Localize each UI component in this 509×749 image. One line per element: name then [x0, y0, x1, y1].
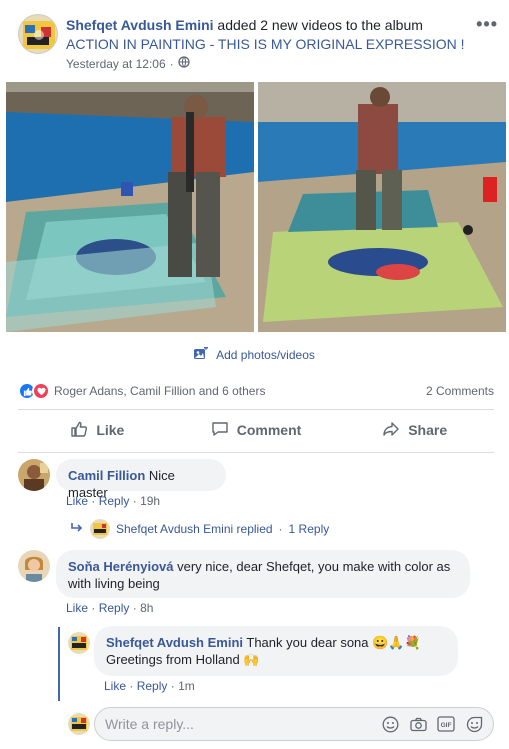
- globe-icon[interactable]: [177, 56, 190, 71]
- view-replies-link[interactable]: Shefqet Avdush Emini replied · 1 Reply: [70, 519, 329, 539]
- author-name-link[interactable]: Shefqet Avdush Emini: [66, 17, 214, 33]
- more-options-button[interactable]: •••: [476, 14, 498, 35]
- post-action-bar: Like Comment Share: [18, 412, 494, 448]
- speech-bubble-icon: [211, 420, 229, 441]
- reply-author-avatar[interactable]: [68, 632, 90, 654]
- comment-bubble: Soňa Herényiová very nice, dear Shefqet,…: [56, 550, 470, 598]
- add-photos-label: Add photos/videos: [216, 348, 315, 362]
- comment-time[interactable]: 8h: [140, 601, 153, 615]
- comments-count-link[interactable]: 2 Comments: [426, 384, 494, 398]
- thumbs-up-icon: [70, 420, 88, 441]
- reactions-summary: Roger Adans, Camil Fillion and 6 others …: [18, 380, 494, 402]
- reply-time[interactable]: 1m: [178, 679, 195, 693]
- video-thumbnail-2[interactable]: [258, 82, 506, 332]
- comment-like-link[interactable]: Like: [66, 494, 88, 508]
- reply-count: 1 Reply: [288, 522, 330, 536]
- current-user-avatar: [68, 713, 90, 735]
- reply-reply-link[interactable]: Reply: [137, 679, 168, 693]
- post-timestamp[interactable]: Yesterday at 12:06: [66, 57, 166, 71]
- comment-author-link[interactable]: Camil Fillion: [68, 468, 145, 483]
- like-button[interactable]: Like: [18, 412, 177, 448]
- reply-arrow-icon: [70, 522, 84, 537]
- divider: [18, 452, 494, 453]
- reply-actions: Like · Reply · 1m: [104, 679, 195, 693]
- share-button[interactable]: Share: [335, 412, 494, 448]
- comment-author-link[interactable]: Soňa Herényiová: [68, 559, 174, 574]
- comment-actions: Like · Reply · 8h: [66, 601, 154, 615]
- comment-label: Comment: [236, 422, 302, 438]
- comment-reply-link[interactable]: Reply: [99, 494, 130, 508]
- replied-by-text: Shefqet Avdush Emini replied: [116, 522, 273, 536]
- camera-icon[interactable]: [409, 715, 427, 733]
- gif-icon[interactable]: GIF: [437, 715, 455, 733]
- commenter-avatar[interactable]: [18, 550, 50, 582]
- love-reaction-icon: [32, 382, 50, 400]
- reply-author-link[interactable]: Shefqet Avdush Emini: [106, 635, 243, 650]
- post-photos: [6, 82, 506, 332]
- comment-reply-link[interactable]: Reply: [99, 601, 130, 615]
- post-headline: Shefqet Avdush Emini added 2 new videos …: [66, 16, 476, 54]
- post-card: Shefqet Avdush Emini added 2 new videos …: [0, 0, 509, 749]
- sticker-icon[interactable]: [465, 715, 483, 733]
- replier-avatar: [90, 519, 110, 539]
- comment-time[interactable]: 19h: [140, 494, 160, 508]
- video-thumbnail-1[interactable]: [6, 82, 254, 332]
- svg-text:GIF: GIF: [441, 722, 452, 729]
- share-arrow-icon: [382, 420, 400, 441]
- reply-input[interactable]: [105, 716, 381, 732]
- comment-like-link[interactable]: Like: [66, 601, 88, 615]
- comment-bubble: Camil Fillion Nice master: [56, 459, 226, 500]
- reply-thread-line: [58, 627, 60, 701]
- like-label: Like: [96, 422, 125, 438]
- post-action-text: added 2 new videos to the album: [213, 17, 423, 33]
- composer-icons: GIF: [381, 715, 483, 733]
- album-link[interactable]: ACTION IN PAINTING - THIS IS MY ORIGINAL…: [66, 36, 465, 52]
- reaction-icons[interactable]: [18, 382, 50, 400]
- reply-bubble: Shefqet Avdush Emini Thank you dear sona…: [94, 626, 458, 676]
- share-label: Share: [408, 422, 448, 438]
- photo-add-icon: [194, 345, 209, 363]
- comment-actions: Like · Reply · 19h: [66, 494, 161, 508]
- reactions-names[interactable]: Roger Adans, Camil Fillion and 6 others: [54, 384, 265, 398]
- reply-composer: GIF: [94, 707, 494, 741]
- divider: [18, 409, 494, 410]
- add-photos-link[interactable]: Add photos/videos: [0, 345, 509, 363]
- comment-button[interactable]: Comment: [177, 412, 336, 448]
- post-meta: Yesterday at 12:06 ·: [66, 56, 190, 71]
- emoji-icon[interactable]: [381, 715, 399, 733]
- commenter-avatar[interactable]: [18, 459, 50, 491]
- author-avatar[interactable]: [18, 14, 58, 54]
- reply-like-link[interactable]: Like: [104, 679, 126, 693]
